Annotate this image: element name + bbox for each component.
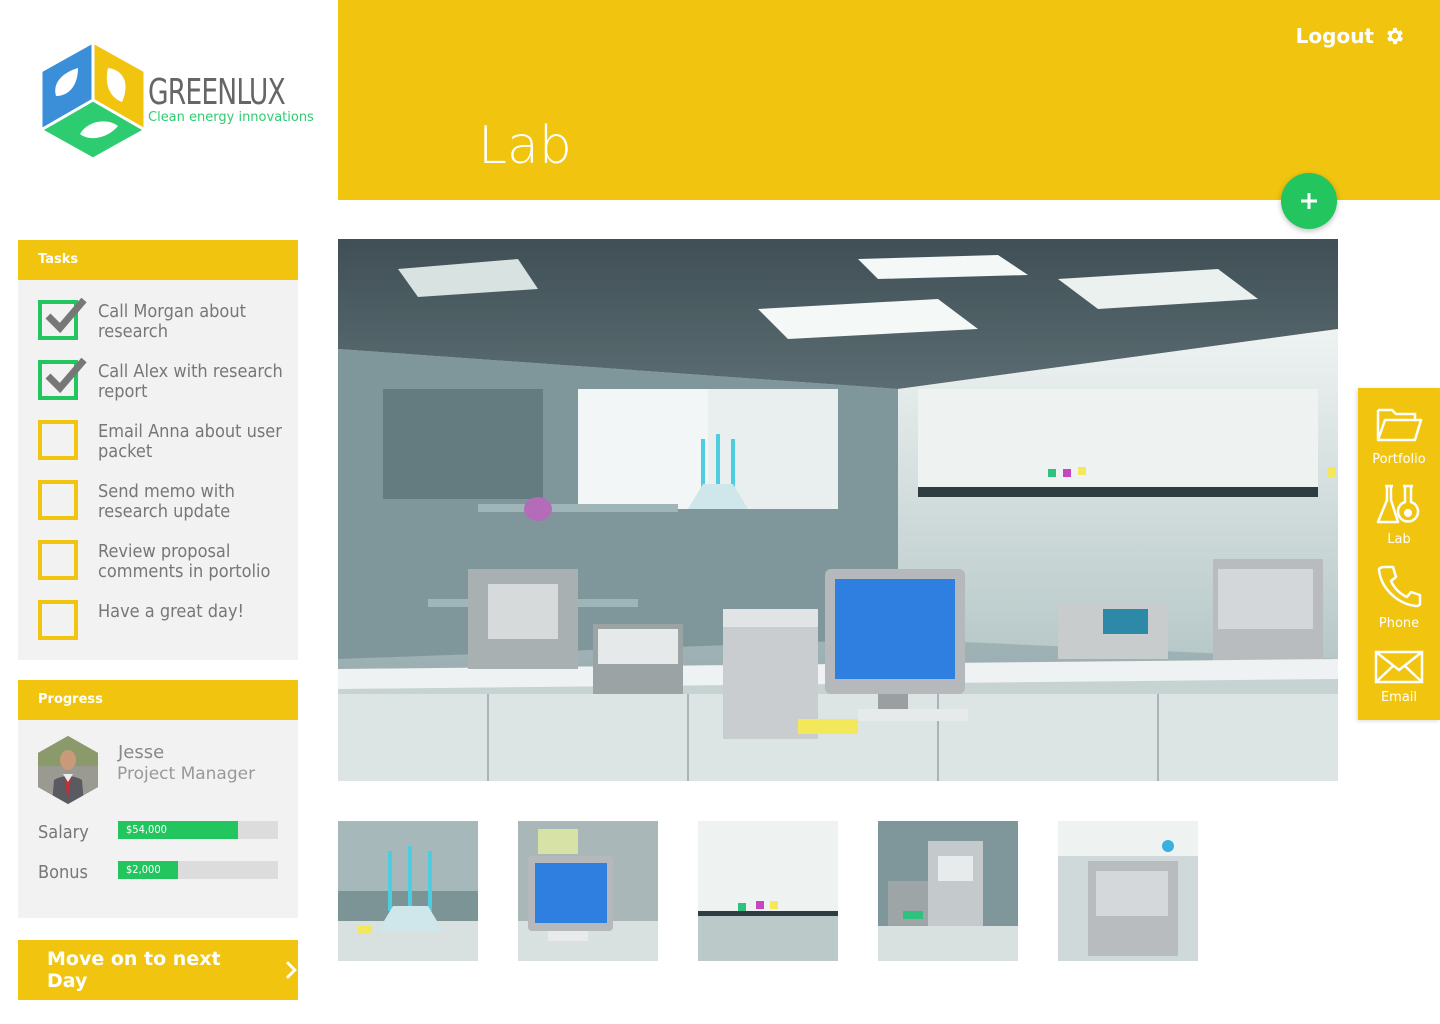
thumbnail-microscope[interactable] [878,821,1018,961]
task-label: Call Morgan about research [98,301,246,342]
thumbnail-microscope-image [878,821,1018,961]
folder-icon [1376,408,1423,442]
nav-portfolio-label: Portfolio [1372,452,1426,467]
brand-tagline: Clean energy innovations [148,110,314,125]
bonus-bar: $2,000 [118,861,278,879]
task-label: Have a great day! [98,601,245,622]
bonus-bar-fill: $2,000 [118,861,178,879]
phone-icon [1377,565,1422,608]
thumbnail-instrument[interactable] [1058,821,1198,961]
task-checkbox[interactable] [38,600,78,640]
logo: GREENLUX Clean energy innovations [38,38,318,162]
lab-scene [338,239,1338,781]
next-day-button[interactable]: Move on to next Day [18,940,298,1000]
nav-phone[interactable]: Phone [1358,564,1440,631]
envelope-icon [1374,650,1424,684]
nav-phone-label: Phone [1378,616,1420,631]
task-item[interactable]: Review proposal comments in portolio [18,540,298,600]
task-list: Call Morgan about research Call Alex with… [18,280,298,660]
task-label: Call Alex with research report [98,361,283,402]
progress-heading: Progress [18,680,298,720]
task-checkbox[interactable] [38,480,78,520]
tasks-heading: Tasks [18,240,298,280]
salary-label: Salary [38,822,89,843]
task-item[interactable]: Call Morgan about research [18,297,298,360]
thumbnail-instrument-image [1058,821,1198,961]
task-item[interactable]: Email Anna about user packet [18,420,298,480]
next-day-label: Move on to next Day [47,948,221,992]
gear-icon[interactable] [1384,25,1406,47]
bonus-label: Bonus [38,862,88,883]
salary-bar-fill: $54,000 [118,821,238,839]
task-checkbox[interactable] [38,297,87,340]
task-label: Email Anna about user packet [98,421,282,462]
nav-lab-label: Lab [1387,532,1411,547]
page-title: Lab [478,116,572,176]
progress-body: Jesse Project Manager Salary $54,000 Bon… [18,720,298,918]
thumbnail-computer-image [518,821,658,961]
nav-email-label: Email [1380,690,1418,705]
thumbnail-cabinets[interactable] [698,821,838,961]
logout-label: Logout [1295,24,1374,48]
task-item[interactable]: Have a great day! [18,600,298,660]
thumbnail-flasks[interactable] [338,821,478,961]
avatar [38,736,98,804]
right-nav: Portfolio Lab Phone Email [1358,388,1440,720]
nav-portfolio[interactable]: Portfolio [1358,404,1440,467]
flask-icon [1376,484,1420,524]
thumbnail-computer[interactable] [518,821,658,961]
task-item[interactable]: Call Alex with research report [18,357,298,420]
person-role: Project Manager [117,764,256,784]
logo-hexagon-icon [39,40,147,161]
header-bar: Lab Logout [338,0,1440,200]
task-checkbox[interactable] [38,357,87,400]
logout-button[interactable]: Logout [1296,24,1406,48]
main-lab-image [338,239,1338,781]
checkmark-icon [45,297,87,334]
add-button[interactable] [1281,173,1337,229]
thumbnail-cabinets-image [698,821,838,961]
plus-icon [1301,193,1317,209]
tasks-panel: Tasks Call Morgan about research Call Ale… [18,240,298,660]
task-label: Review proposal comments in portolio [98,541,271,582]
brand-name: GREENLUX [148,72,286,113]
task-checkbox[interactable] [38,420,78,460]
thumbnail-flasks-image [338,821,478,961]
chevron-right-icon [286,961,298,979]
progress-panel: Progress Jesse Project Manager Salary $5… [18,680,298,918]
task-item[interactable]: Send memo with research update [18,480,298,540]
checkmark-icon [45,357,87,394]
nav-lab[interactable]: Lab [1358,482,1440,547]
nav-email[interactable]: Email [1358,650,1440,705]
task-checkbox[interactable] [38,540,78,580]
person-name: Jesse [118,742,165,763]
task-label: Send memo with research update [98,481,235,522]
salary-bar: $54,000 [118,821,278,839]
